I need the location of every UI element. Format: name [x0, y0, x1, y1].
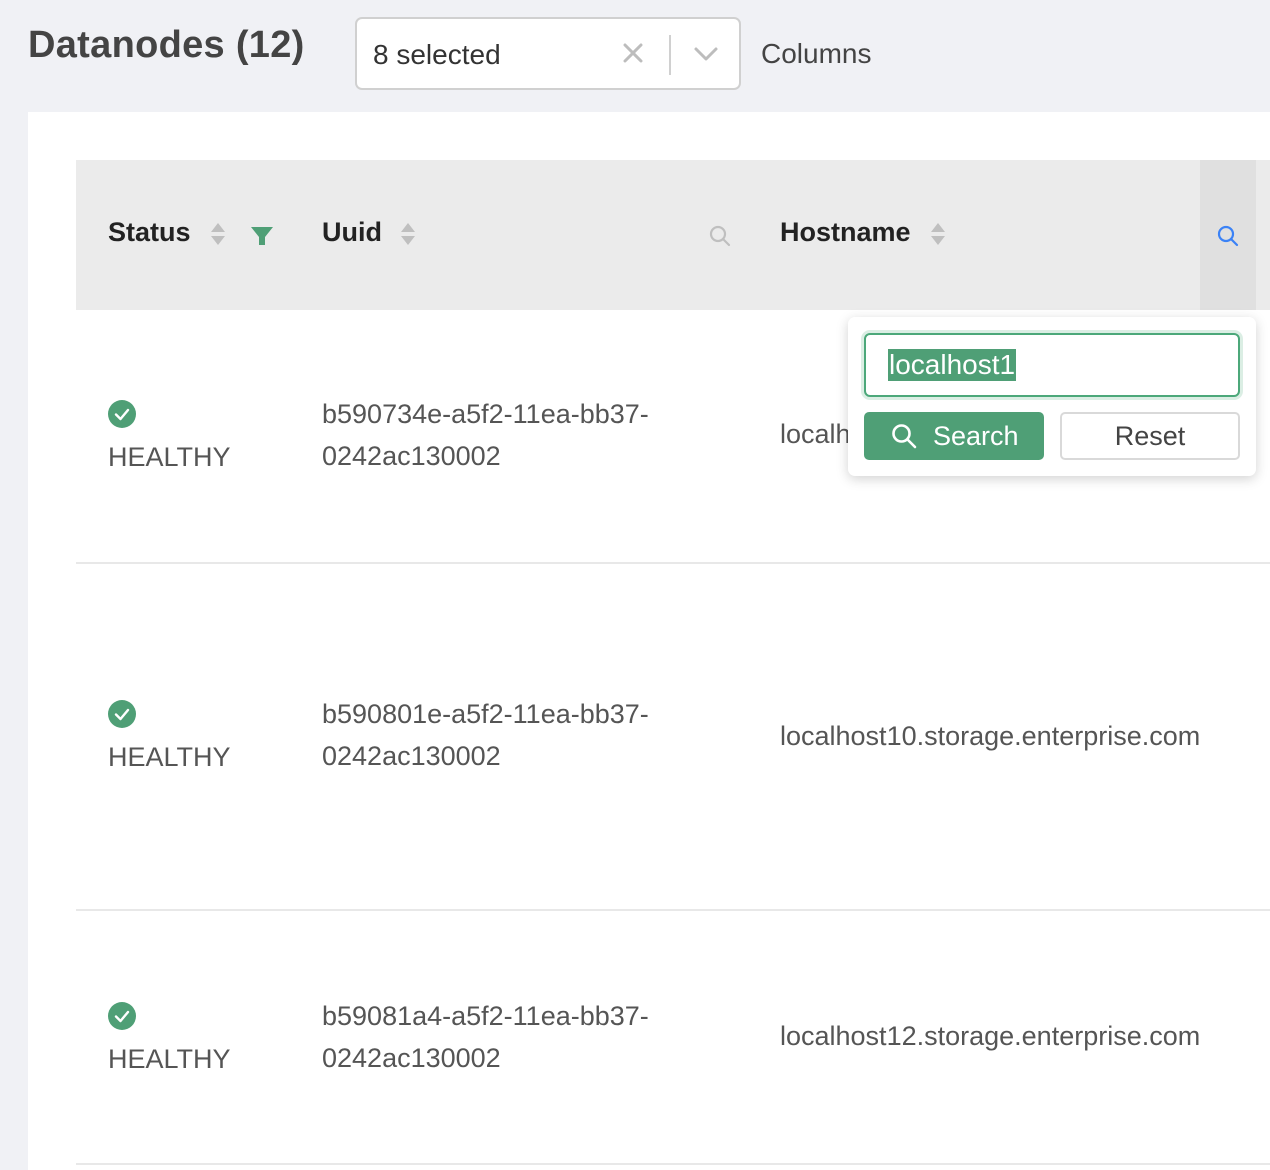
- hostname-text: localhost10.storage.enterprise.com: [780, 721, 1201, 751]
- uuid-text: 0242ac130002: [322, 741, 501, 771]
- search-icon: [892, 424, 917, 449]
- check-circle-icon: [108, 400, 136, 428]
- reset-button[interactable]: Reset: [1060, 412, 1240, 460]
- filter-icon[interactable]: [249, 224, 275, 248]
- chevron-down-icon[interactable]: [691, 41, 721, 67]
- uuid-text: b590734e-a5f2-11ea-bb37-: [322, 399, 649, 429]
- status-text: HEALTHY: [108, 1044, 231, 1074]
- hostname-text: localhost12.storage.enterprise.com: [780, 1021, 1201, 1051]
- status-text: HEALTHY: [108, 742, 231, 772]
- column-header-uuid[interactable]: Uuid: [322, 217, 382, 248]
- row-divider: [76, 1163, 1270, 1165]
- row-divider: [76, 909, 1270, 911]
- uuid-text: 0242ac130002: [322, 1043, 501, 1073]
- sort-icon[interactable]: [929, 221, 947, 247]
- hostname-search-dropdown: localhost1 Search Reset: [848, 317, 1256, 476]
- columns-multiselect[interactable]: 8 selected: [355, 17, 741, 90]
- search-input-value: localhost1: [888, 349, 1017, 381]
- multiselect-divider: [669, 35, 671, 75]
- hostname-search-input[interactable]: localhost1: [864, 333, 1240, 397]
- columns-label: Columns: [761, 38, 872, 69]
- clear-icon[interactable]: [619, 39, 647, 67]
- sort-icon[interactable]: [209, 221, 227, 247]
- page-title: Datanodes (12): [28, 24, 305, 66]
- column-header-hostname[interactable]: Hostname: [780, 217, 911, 248]
- uuid-text: b59081a4-a5f2-11ea-bb37-: [322, 1001, 649, 1031]
- row-divider: [76, 562, 1270, 564]
- search-button[interactable]: Search: [864, 412, 1044, 460]
- check-circle-icon: [108, 700, 136, 728]
- check-circle-icon: [108, 1002, 136, 1030]
- sort-icon[interactable]: [399, 221, 417, 247]
- hostname-text: localh: [780, 419, 851, 449]
- status-text: HEALTHY: [108, 442, 231, 472]
- search-icon[interactable]: [1215, 223, 1241, 249]
- top-bar: Datanodes (12) 8 selected Columns: [0, 0, 1270, 110]
- uuid-text: b590801e-a5f2-11ea-bb37-: [322, 699, 649, 729]
- column-header-status[interactable]: Status: [108, 217, 191, 248]
- multiselect-value: 8 selected: [373, 39, 501, 70]
- uuid-text: 0242ac130002: [322, 441, 501, 471]
- search-icon[interactable]: [707, 223, 733, 249]
- search-button-label: Search: [933, 421, 1019, 451]
